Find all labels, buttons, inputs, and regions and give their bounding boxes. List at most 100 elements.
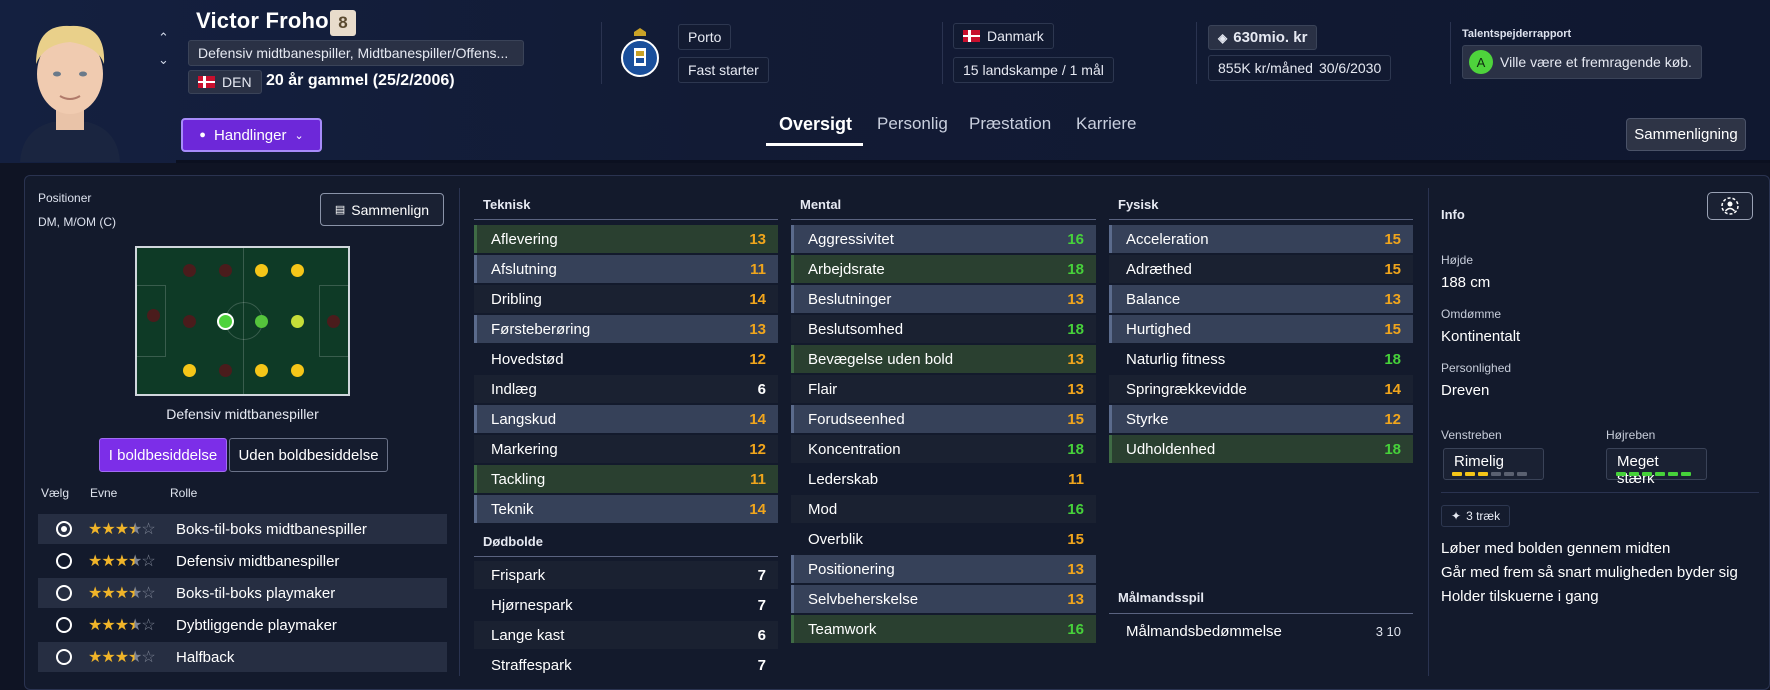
actions-button[interactable]: ● Handlinger ⌄ bbox=[181, 118, 322, 152]
tab-personal[interactable]: Personlig bbox=[877, 114, 948, 134]
divider bbox=[1450, 22, 1451, 84]
attribute-row[interactable]: Selvbeherskelse 13 bbox=[791, 585, 1096, 613]
level-bar bbox=[1655, 472, 1665, 476]
section-underline bbox=[474, 219, 778, 220]
scout-report-chip[interactable]: A Ville være et fremragende køb. bbox=[1462, 45, 1702, 79]
trait-item: Går med frem så snart muligheden byder s… bbox=[1441, 564, 1738, 581]
position-dot bbox=[291, 315, 304, 328]
role-radio[interactable] bbox=[56, 585, 72, 601]
traits-count-chip: ✦ 3 træk bbox=[1441, 505, 1511, 527]
attribute-row[interactable]: Frispark 7 bbox=[474, 561, 778, 589]
attribute-value: 16 bbox=[1067, 500, 1084, 518]
chevron-down-icon: ⌄ bbox=[294, 129, 304, 142]
attribute-row[interactable]: Førsteberøring 13 bbox=[474, 315, 778, 343]
attribute-row[interactable]: Adræthed 15 bbox=[1109, 255, 1413, 283]
previous-player-arrow[interactable]: ⌃ bbox=[158, 30, 169, 46]
nation-chip[interactable]: Danmark bbox=[953, 23, 1054, 49]
attribute-row[interactable]: Arbejdsrate 18 bbox=[791, 255, 1096, 283]
level-bar bbox=[1616, 472, 1626, 476]
role-name: Boks-til-boks midtbanespiller bbox=[176, 520, 367, 538]
attribute-row[interactable]: Styrke 12 bbox=[1109, 405, 1413, 433]
level-bar bbox=[1642, 472, 1652, 476]
attribute-name: Styrke bbox=[1126, 410, 1169, 428]
attribute-row[interactable]: Lederskab 11 bbox=[791, 465, 1096, 493]
attribute-row[interactable]: Udholdenhed 18 bbox=[1109, 435, 1413, 463]
attribute-row[interactable]: Dribling 14 bbox=[474, 285, 778, 313]
attribute-value: 13 bbox=[1067, 350, 1084, 368]
attribute-row[interactable]: Acceleration 15 bbox=[1109, 225, 1413, 253]
attribute-row[interactable]: Markering 12 bbox=[474, 435, 778, 463]
next-player-arrow[interactable]: ⌄ bbox=[158, 52, 169, 68]
attribute-value: 11 bbox=[750, 260, 766, 278]
tab-overview[interactable]: Oversigt bbox=[779, 114, 852, 135]
personality-icon-button[interactable] bbox=[1707, 192, 1753, 220]
role-radio[interactable] bbox=[56, 521, 72, 537]
attribute-row[interactable]: Balance 13 bbox=[1109, 285, 1413, 313]
attribute-value: 6 bbox=[757, 626, 766, 644]
role-radio[interactable] bbox=[56, 553, 72, 569]
role-row[interactable]: ★★★★☆ Halfback bbox=[38, 642, 447, 672]
ability-stars: ★★★★☆ bbox=[88, 617, 156, 634]
trait-item: Løber med bolden gennem midten bbox=[1441, 540, 1671, 557]
attribute-row[interactable]: Lange kast 6 bbox=[474, 621, 778, 649]
attribute-row[interactable]: Positionering 13 bbox=[791, 555, 1096, 583]
attribute-row[interactable]: Mod 16 bbox=[791, 495, 1096, 523]
attribute-row[interactable]: Naturlig fitness 18 bbox=[1109, 345, 1413, 373]
technical-title: Teknisk bbox=[483, 197, 531, 212]
role-radio[interactable] bbox=[56, 617, 72, 633]
position-dot-selected bbox=[217, 313, 234, 330]
in-possession-toggle[interactable]: I boldbesiddelse bbox=[99, 438, 227, 472]
goalkeeping-rating-value: 3 10 bbox=[1375, 623, 1401, 639]
attribute-value: 18 bbox=[1067, 260, 1084, 278]
attribute-row[interactable]: Koncentration 18 bbox=[791, 435, 1096, 463]
role-name: Dybtliggende playmaker bbox=[176, 616, 337, 634]
tab-performance[interactable]: Præstation bbox=[969, 114, 1051, 134]
attribute-row[interactable]: Hurtighed 15 bbox=[1109, 315, 1413, 343]
attribute-row[interactable]: Overblik 15 bbox=[791, 525, 1096, 553]
attribute-row[interactable]: Tackling 11 bbox=[474, 465, 778, 493]
role-row[interactable]: ★★★★☆ Dybtliggende playmaker bbox=[38, 610, 447, 640]
attribute-value: 14 bbox=[749, 410, 766, 428]
attribute-value: 14 bbox=[749, 500, 766, 518]
attribute-row[interactable]: Forudseenhed 15 bbox=[791, 405, 1096, 433]
attribute-value: 15 bbox=[1384, 320, 1401, 338]
compare-button[interactable]: Sammenligning bbox=[1626, 118, 1746, 151]
attribute-name: Springrækkevidde bbox=[1126, 380, 1247, 398]
club-chip[interactable]: Porto bbox=[678, 24, 732, 50]
attribute-row[interactable]: Bevægelse uden bold 13 bbox=[791, 345, 1096, 373]
role-row[interactable]: ★★★★☆ Boks-til-boks playmaker bbox=[38, 578, 447, 608]
attribute-row[interactable]: Hovedstød 12 bbox=[474, 345, 778, 373]
attribute-name: Beslutsomhed bbox=[808, 320, 904, 338]
position-dot bbox=[183, 364, 196, 377]
attribute-row[interactable]: Beslutsomhed 18 bbox=[791, 315, 1096, 343]
attribute-row[interactable]: Flair 13 bbox=[791, 375, 1096, 403]
attribute-row[interactable]: Afslutning 11 bbox=[474, 255, 778, 283]
attribute-row[interactable]: Aggressivitet 16 bbox=[791, 225, 1096, 253]
physical-title: Fysisk bbox=[1118, 197, 1159, 212]
attribute-row[interactable]: Indlæg 6 bbox=[474, 375, 778, 403]
denmark-flag-icon bbox=[198, 76, 215, 88]
attribute-row[interactable]: Langskud 14 bbox=[474, 405, 778, 433]
attribute-name: Teamwork bbox=[808, 620, 877, 638]
compare-positions-button[interactable]: ▤ Sammenlign bbox=[320, 193, 444, 226]
attribute-row[interactable]: Aflevering 13 bbox=[474, 225, 778, 253]
attribute-row[interactable]: Teamwork 16 bbox=[791, 615, 1096, 643]
out-of-possession-toggle[interactable]: Uden boldbesiddelse bbox=[229, 438, 388, 472]
attribute-value: 6 bbox=[757, 380, 766, 398]
attribute-row[interactable]: Springrækkevidde 14 bbox=[1109, 375, 1413, 403]
role-row[interactable]: ★★★★☆ Boks-til-boks midtbanespiller bbox=[38, 514, 447, 544]
attribute-row[interactable]: Teknik 14 bbox=[474, 495, 778, 523]
section-underline bbox=[1109, 613, 1413, 614]
attribute-row[interactable]: Beslutninger 13 bbox=[791, 285, 1096, 313]
transfer-value-chip: ◈ 630mio. kr bbox=[1208, 25, 1318, 50]
attribute-row[interactable]: Hjørnespark 7 bbox=[474, 591, 778, 619]
position-dot bbox=[219, 364, 232, 377]
role-row[interactable]: ★★★★☆ Defensiv midtbanespiller bbox=[38, 546, 447, 576]
role-radio[interactable] bbox=[56, 649, 72, 665]
denmark-flag-icon bbox=[963, 30, 980, 42]
position-dot bbox=[255, 364, 268, 377]
tab-career[interactable]: Karriere bbox=[1076, 114, 1136, 134]
height-value: 188 cm bbox=[1441, 274, 1491, 291]
level-bar bbox=[1681, 472, 1691, 476]
attribute-row[interactable]: Straffespark 7 bbox=[474, 651, 778, 679]
